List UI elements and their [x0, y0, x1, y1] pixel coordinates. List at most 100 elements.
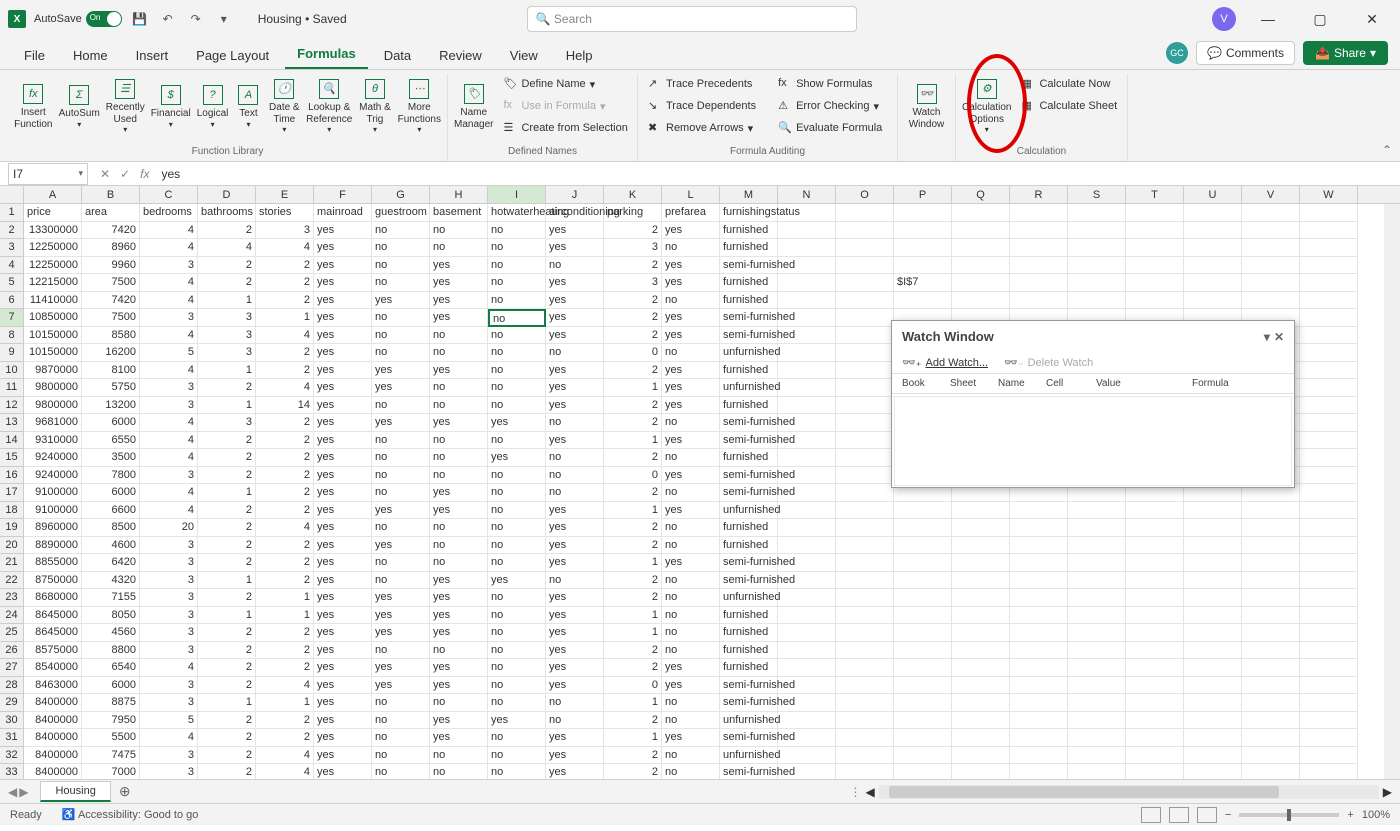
cell[interactable]	[1300, 607, 1358, 625]
cell[interactable]: furnished	[720, 642, 778, 660]
cell[interactable]: no	[662, 414, 720, 432]
cell[interactable]	[1126, 642, 1184, 660]
row-header[interactable]: 22	[0, 572, 24, 590]
cell[interactable]: yes	[546, 554, 604, 572]
close-icon[interactable]: ✕	[1352, 4, 1392, 34]
tab-help[interactable]: Help	[554, 42, 605, 69]
cell[interactable]: no	[430, 519, 488, 537]
column-header[interactable]: S	[1068, 186, 1126, 203]
cell[interactable]	[1184, 642, 1242, 660]
cell[interactable]	[1068, 624, 1126, 642]
cell[interactable]	[1068, 502, 1126, 520]
chevron-down-icon[interactable]: ▾	[78, 168, 83, 179]
cell[interactable]: 9681000	[24, 414, 82, 432]
cell[interactable]: 6550	[82, 432, 140, 450]
cell[interactable]	[1010, 729, 1068, 747]
cell[interactable]	[1300, 397, 1358, 415]
cell[interactable]: 10150000	[24, 344, 82, 362]
cell[interactable]	[894, 257, 952, 275]
cell[interactable]: 2	[256, 537, 314, 555]
cell[interactable]: no	[546, 572, 604, 590]
cell[interactable]: yes	[314, 397, 372, 415]
cell[interactable]	[836, 222, 894, 240]
use-in-formula-button[interactable]: fxUse in Formula ▾	[497, 96, 633, 116]
cell[interactable]: 8960000	[24, 519, 82, 537]
cell[interactable]: no	[372, 712, 430, 730]
cell[interactable]	[894, 764, 952, 779]
cell[interactable]	[1300, 309, 1358, 327]
cell[interactable]: no	[488, 624, 546, 642]
row-header[interactable]: 24	[0, 607, 24, 625]
date-time-button[interactable]: 🕐Date & Time▾	[267, 74, 303, 140]
cell[interactable]	[1126, 204, 1184, 222]
row-header[interactable]: 1	[0, 204, 24, 222]
cell[interactable]: yes	[662, 554, 720, 572]
cell[interactable]: no	[488, 309, 546, 327]
cell[interactable]: 2	[256, 344, 314, 362]
cell[interactable]: no	[372, 397, 430, 415]
cell[interactable]: 7420	[82, 292, 140, 310]
cell[interactable]: 2	[198, 537, 256, 555]
cell[interactable]: yes	[546, 502, 604, 520]
evaluate-formula-button[interactable]: 🔍Evaluate Formula	[772, 118, 888, 138]
cell[interactable]: yes	[488, 712, 546, 730]
close-icon[interactable]: ✕	[1274, 330, 1284, 344]
cell[interactable]	[952, 292, 1010, 310]
cell[interactable]	[952, 204, 1010, 222]
cell[interactable]	[1300, 642, 1358, 660]
cell[interactable]: semi-furnished	[720, 677, 778, 695]
cell[interactable]: no	[372, 309, 430, 327]
cell[interactable]	[1068, 572, 1126, 590]
cell[interactable]: no	[662, 589, 720, 607]
cell[interactable]	[952, 764, 1010, 779]
cell[interactable]: 2	[604, 292, 662, 310]
cell[interactable]	[894, 712, 952, 730]
cell[interactable]: 2	[256, 257, 314, 275]
cell[interactable]	[836, 397, 894, 415]
cell[interactable]: yes	[314, 274, 372, 292]
cell[interactable]: yes	[546, 432, 604, 450]
cell[interactable]	[1242, 292, 1300, 310]
cell[interactable]: 4	[140, 502, 198, 520]
cell[interactable]	[1068, 519, 1126, 537]
cell[interactable]: no	[430, 642, 488, 660]
cell[interactable]: 8800	[82, 642, 140, 660]
cell[interactable]: yes	[314, 712, 372, 730]
cell[interactable]	[836, 572, 894, 590]
row-header[interactable]: 16	[0, 467, 24, 485]
cell[interactable]: 2	[198, 747, 256, 765]
cell[interactable]	[778, 712, 836, 730]
column-header[interactable]: B	[82, 186, 140, 203]
cell[interactable]	[836, 537, 894, 555]
cell[interactable]: 2	[604, 747, 662, 765]
cell[interactable]	[836, 362, 894, 380]
cell[interactable]: no	[488, 467, 546, 485]
cell[interactable]: yes	[546, 764, 604, 779]
cell[interactable]: no	[430, 467, 488, 485]
cell[interactable]: yes	[372, 414, 430, 432]
cell[interactable]	[1068, 764, 1126, 779]
cell[interactable]: 2	[604, 572, 662, 590]
cell[interactable]	[1068, 257, 1126, 275]
cell[interactable]: 2	[604, 449, 662, 467]
cell[interactable]: yes	[430, 362, 488, 380]
cell[interactable]: 2	[604, 519, 662, 537]
cell[interactable]: semi-furnished	[720, 467, 778, 485]
cell[interactable]: hotwaterheating	[488, 204, 546, 222]
qat-dropdown-icon[interactable]: ▾	[214, 9, 234, 29]
cell[interactable]: no	[488, 274, 546, 292]
cell[interactable]: 3	[256, 222, 314, 240]
accept-formula-icon[interactable]: ✓	[116, 167, 134, 181]
cell[interactable]: 2	[198, 379, 256, 397]
cell[interactable]: 1	[604, 379, 662, 397]
cell[interactable]	[894, 677, 952, 695]
calculate-now-button[interactable]: ▦Calculate Now	[1015, 74, 1123, 94]
cell[interactable]: 8050	[82, 607, 140, 625]
cell[interactable]: 4560	[82, 624, 140, 642]
cell[interactable]: yes	[546, 292, 604, 310]
cell[interactable]	[1184, 589, 1242, 607]
cell[interactable]	[1184, 572, 1242, 590]
cell[interactable]	[1242, 519, 1300, 537]
cell[interactable]: yes	[372, 537, 430, 555]
cell[interactable]: no	[662, 712, 720, 730]
